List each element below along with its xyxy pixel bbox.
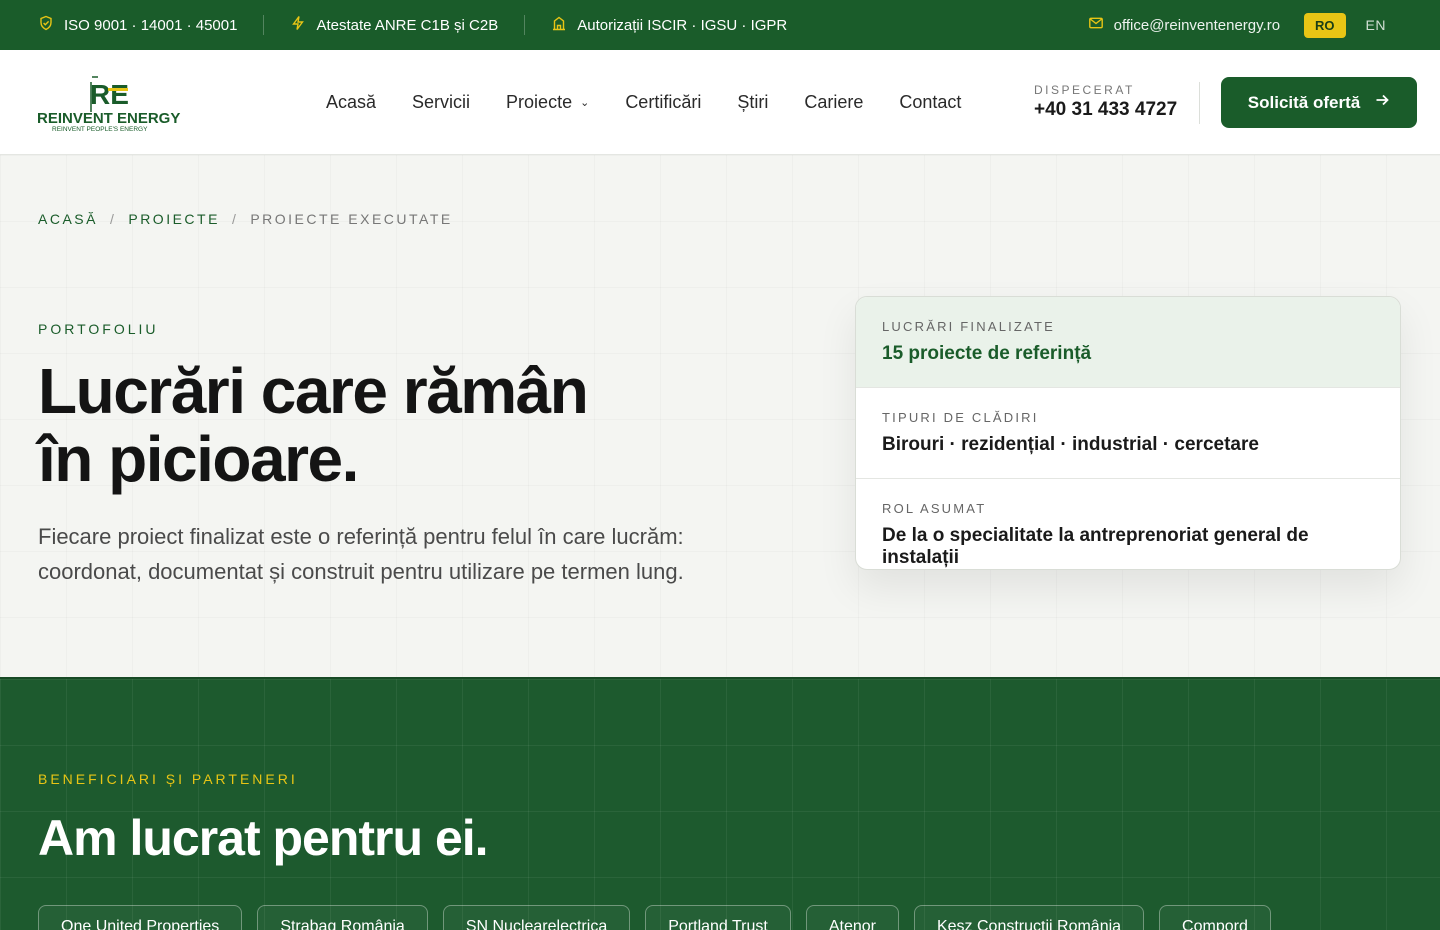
partners-eyebrow: BENEFICIARI ȘI PARTENERI xyxy=(38,771,298,787)
nav-item-certificari[interactable]: Certificări xyxy=(625,92,701,113)
lightning-icon xyxy=(290,15,306,35)
request-offer-label: Solicită ofertă xyxy=(1247,92,1361,112)
nav-item-contact[interactable]: Contact xyxy=(899,92,961,113)
page-title-line-2-highlighted: în picioare. xyxy=(38,423,359,495)
breadcrumb-current: PROIECTE EXECUTATE xyxy=(250,211,453,227)
anre-badge: Atestate ANRE C1B și C2B xyxy=(290,15,498,35)
partner-chip[interactable]: Atenor xyxy=(805,905,899,930)
logo-name: REINVENT ENERGY xyxy=(37,110,180,127)
fact-key: LUCRĂRI FINALIZATE xyxy=(882,319,1055,334)
fact-value: Birouri · rezidențial · industrial · cer… xyxy=(882,434,1259,455)
partner-chip[interactable]: Compord xyxy=(1159,905,1271,930)
breadcrumb: ACASĂ / PROIECTE / PROIECTE EXECUTATE xyxy=(38,211,453,227)
partners-title: Am lucrat pentru ei. xyxy=(38,810,489,866)
nav-item-servicii[interactable]: Servicii xyxy=(412,92,470,113)
dispatch-label: DISPECERAT xyxy=(1034,83,1135,97)
chevron-down-icon: ⌄ xyxy=(580,97,590,109)
breadcrumb-separator: / xyxy=(231,211,239,227)
logo-mark: RE xyxy=(90,79,129,110)
partner-chips: One United Properties Strabag România SN… xyxy=(38,905,1271,930)
breadcrumb-section[interactable]: PROIECTE xyxy=(128,211,220,227)
logo[interactable]: RE REINVENT ENERGY REINVENT PEOPLE'S ENE… xyxy=(36,72,186,134)
nav-item-cariere[interactable]: Cariere xyxy=(804,92,863,113)
lang-en-button[interactable]: EN xyxy=(1360,12,1392,38)
fact-row: ROL ASUMAT De la o specialitate la antre… xyxy=(856,479,1400,569)
nav-item-stiri[interactable]: Știri xyxy=(737,92,768,113)
fact-value: De la o specialitate la antreprenoriat g… xyxy=(882,525,1309,568)
mail-icon xyxy=(1088,15,1104,35)
logo-tagline: REINVENT PEOPLE'S ENERGY xyxy=(52,126,148,133)
nav-item-label: Proiecte xyxy=(506,92,573,112)
partner-chip[interactable]: One United Properties xyxy=(38,905,243,930)
request-offer-button[interactable]: Solicită ofertă xyxy=(1221,77,1417,128)
page-title-line-1: Lucrări care rămân xyxy=(38,355,589,427)
dispatch-phone[interactable]: +40 31 433 4727 xyxy=(1034,99,1177,121)
fact-row: TIPURI DE CLĂDIRI Birouri · rezidențial … xyxy=(856,388,1400,479)
email-link[interactable]: office@reinventenergy.ro xyxy=(1088,15,1280,35)
arrow-right-icon xyxy=(1374,92,1390,113)
building-icon xyxy=(551,15,567,35)
authorizations-badge: Autorizații ISCIR · IGSU · IGPR xyxy=(551,15,787,35)
dispatch-contact: DISPECERAT +40 31 433 4727 xyxy=(1034,83,1177,121)
iso-badge: ISO 9001 · 14001 · 45001 xyxy=(38,15,237,35)
partner-chip[interactable]: Kesz Construcții România xyxy=(913,905,1145,930)
lang-ro-button[interactable]: RO xyxy=(1304,12,1346,38)
partner-chip[interactable]: SN Nuclearelectrica xyxy=(442,905,631,930)
hero-eyebrow: PORTOFOLIU xyxy=(38,321,159,337)
top-bar-credentials: ISO 9001 · 14001 · 45001 Atestate ANRE C… xyxy=(38,0,787,50)
shield-check-icon xyxy=(38,15,54,35)
breadcrumb-home[interactable]: ACASĂ xyxy=(38,211,98,227)
top-bar-contact: office@reinventenergy.ro RO EN xyxy=(1088,0,1392,50)
facts-card: LUCRĂRI FINALIZATE 15 proiecte de referi… xyxy=(855,296,1401,570)
fact-key: ROL ASUMAT xyxy=(882,501,987,516)
page-title: Lucrări care rămân în picioare. xyxy=(38,355,589,495)
hero-section: ACASĂ / PROIECTE / PROIECTE EXECUTATE PO… xyxy=(0,155,1440,677)
fact-row: LUCRĂRI FINALIZATE 15 proiecte de referi… xyxy=(856,297,1400,388)
divider xyxy=(263,15,265,35)
hero-lead: Fiecare proiect finalizat este o referin… xyxy=(38,524,684,584)
divider xyxy=(1199,82,1200,124)
nav-item-acasa[interactable]: Acasă xyxy=(326,92,376,113)
main-nav: Acasă Servicii Proiecte ⌄ Certificări Ști… xyxy=(326,50,961,155)
partner-chip[interactable]: Portland Trust xyxy=(645,905,791,930)
partner-chip[interactable]: Strabag România xyxy=(257,905,428,930)
top-bar: ISO 9001 · 14001 · 45001 Atestate ANRE C… xyxy=(0,0,1440,50)
breadcrumb-separator: / xyxy=(109,211,117,227)
partners-section: BENEFICIARI ȘI PARTENERI Am lucrat pentr… xyxy=(0,677,1440,930)
nav-item-proiecte[interactable]: Proiecte ⌄ xyxy=(506,92,589,113)
fact-value: 15 proiecte de referință xyxy=(882,343,1092,364)
divider xyxy=(524,15,526,35)
fact-key: TIPURI DE CLĂDIRI xyxy=(882,410,1039,425)
